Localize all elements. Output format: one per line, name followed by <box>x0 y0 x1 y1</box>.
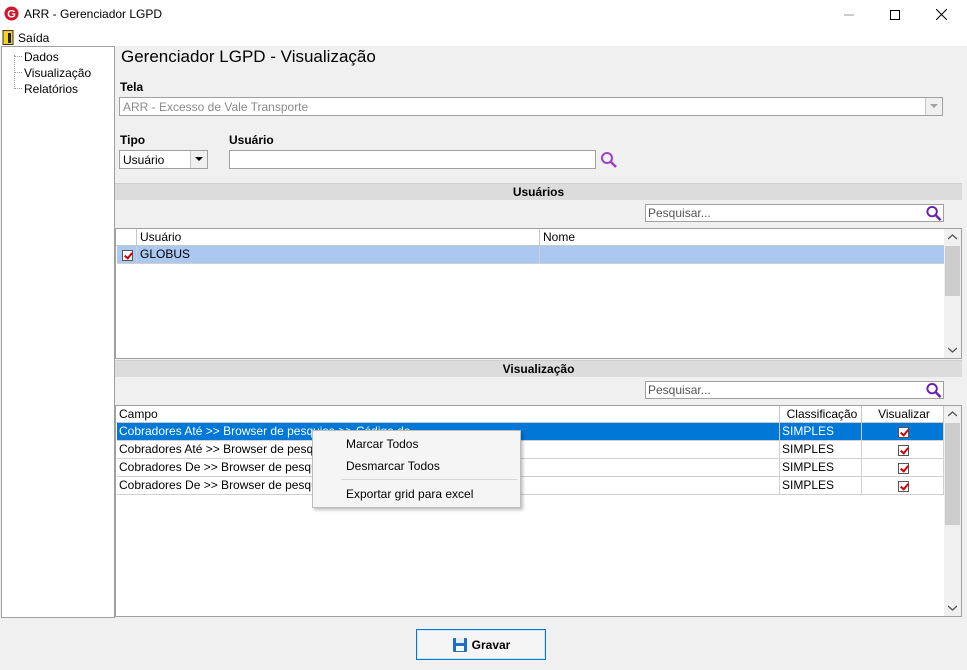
nav-item-visualizacao[interactable]: Visualização <box>24 66 91 80</box>
maximize-button[interactable] <box>872 0 918 29</box>
close-icon <box>935 9 947 20</box>
cell-usuario: GLOBUS <box>137 246 540 264</box>
menu-bar: Saída <box>0 29 967 46</box>
save-disk-icon <box>452 637 467 652</box>
visualizar-checkbox[interactable] <box>898 462 909 474</box>
visualizacao-scrollbar[interactable] <box>944 406 961 616</box>
tela-select-value: ARR - Excesso de Vale Transporte <box>123 100 309 114</box>
scroll-down-icon[interactable] <box>948 347 957 353</box>
grid-header-campo[interactable]: Campo <box>116 406 780 423</box>
cell-classificacao: SIMPLES <box>780 423 862 441</box>
usuario-label: Usuário <box>229 133 274 147</box>
search-icon[interactable] <box>925 382 943 399</box>
table-row[interactable]: GLOBUS <box>117 246 945 264</box>
grid-header-check <box>116 229 137 246</box>
close-button[interactable] <box>918 0 964 29</box>
visualizacao-section-header: Visualização <box>115 360 962 377</box>
context-menu-divider <box>341 479 517 480</box>
row-checkbox[interactable] <box>122 249 133 261</box>
cell-classificacao: SIMPLES <box>780 441 862 459</box>
visualizacao-grid: Campo Classificação Visualizar Cobradore… <box>115 405 962 617</box>
context-menu-item-marcar-todos[interactable]: Marcar Todos <box>346 437 418 451</box>
maximize-icon <box>890 9 900 20</box>
menu-saida-label: Saída <box>18 30 50 45</box>
chevron-down-icon <box>930 104 938 108</box>
grid-header-nome[interactable]: Nome <box>540 229 945 246</box>
tipo-dropdown-button[interactable] <box>190 151 207 168</box>
nav-item-relatorios[interactable]: Relatórios <box>24 82 78 96</box>
cell-visualizar <box>862 459 944 477</box>
minimize-button[interactable] <box>826 0 872 29</box>
table-row[interactable]: Cobradores De >> Browser de pesquisa > S… <box>117 459 945 477</box>
cell-nome <box>540 246 945 264</box>
exit-door-icon <box>2 30 14 45</box>
usuarios-scrollbar[interactable] <box>944 229 961 358</box>
cell-visualizar <box>862 477 944 495</box>
table-row[interactable]: Cobradores Até >> Browser de pesquisa >>… <box>117 423 945 441</box>
scroll-up-icon[interactable] <box>948 234 957 240</box>
scroll-down-icon[interactable] <box>948 605 957 611</box>
grid-header-classificacao[interactable]: Classificação <box>780 406 862 423</box>
search-icon[interactable] <box>600 151 618 169</box>
chevron-down-icon <box>195 157 203 161</box>
nav-item-dados[interactable]: Dados <box>24 50 59 64</box>
svg-text:G: G <box>7 9 16 21</box>
usuario-input[interactable] <box>229 150 596 169</box>
usuarios-search-input[interactable]: Pesquisar... <box>645 204 944 222</box>
tipo-label: Tipo <box>120 133 146 147</box>
search-icon[interactable] <box>925 205 943 222</box>
app-logo-icon: G <box>4 6 19 21</box>
usuarios-section-header: Usuários <box>115 183 962 200</box>
visualizar-checkbox[interactable] <box>898 444 909 456</box>
tela-select[interactable]: ARR - Excesso de Vale Transporte <box>119 97 943 116</box>
context-menu-item-desmarcar-todos[interactable]: Desmarcar Todos <box>346 459 440 473</box>
scroll-thumb[interactable] <box>945 423 960 525</box>
cell-classificacao: SIMPLES <box>780 459 862 477</box>
context-menu-item-exportar-excel[interactable]: Exportar grid para excel <box>346 487 473 501</box>
visualizacao-search-input[interactable]: Pesquisar... <box>645 381 944 399</box>
cell-visualizar <box>862 423 944 441</box>
scroll-up-icon[interactable] <box>948 411 957 417</box>
tela-label: Tela <box>120 80 144 94</box>
page-title: Gerenciador LGPD - Visualização <box>121 47 376 66</box>
table-row[interactable]: Cobradores De >> Browser de pesquisa > S… <box>117 477 945 495</box>
visualizar-checkbox[interactable] <box>898 426 909 438</box>
tela-dropdown-button[interactable] <box>925 98 942 115</box>
window-title: ARR - Gerenciador LGPD <box>24 7 163 21</box>
title-bar: G ARR - Gerenciador LGPD <box>0 0 967 29</box>
gravar-button-label: Gravar <box>471 637 511 652</box>
left-nav-tree: Dados Visualização Relatórios <box>1 46 115 618</box>
cell-visualizar <box>862 441 944 459</box>
grid-header-visualizar[interactable]: Visualizar <box>862 406 944 423</box>
grid-header-usuario[interactable]: Usuário <box>137 229 540 246</box>
gravar-button[interactable]: Gravar <box>416 629 546 660</box>
table-row[interactable]: Cobradores Até >> Browser de pesquisa SI… <box>117 441 945 459</box>
scroll-thumb[interactable] <box>945 246 960 296</box>
visualizacao-search-placeholder: Pesquisar... <box>648 383 711 397</box>
usuarios-search-placeholder: Pesquisar... <box>648 206 711 220</box>
context-menu: Marcar Todos Desmarcar Todos Exportar gr… <box>312 430 521 508</box>
tipo-select[interactable]: Usuário <box>119 150 208 169</box>
row-check-cell <box>117 246 137 264</box>
minimize-icon <box>844 14 854 15</box>
cell-classificacao: SIMPLES <box>780 477 862 495</box>
visualizar-checkbox[interactable] <box>898 480 909 492</box>
tipo-select-value: Usuário <box>123 153 165 167</box>
usuarios-grid: Usuário Nome GLOBUS <box>115 228 962 359</box>
menu-saida[interactable]: Saída <box>2 29 49 46</box>
